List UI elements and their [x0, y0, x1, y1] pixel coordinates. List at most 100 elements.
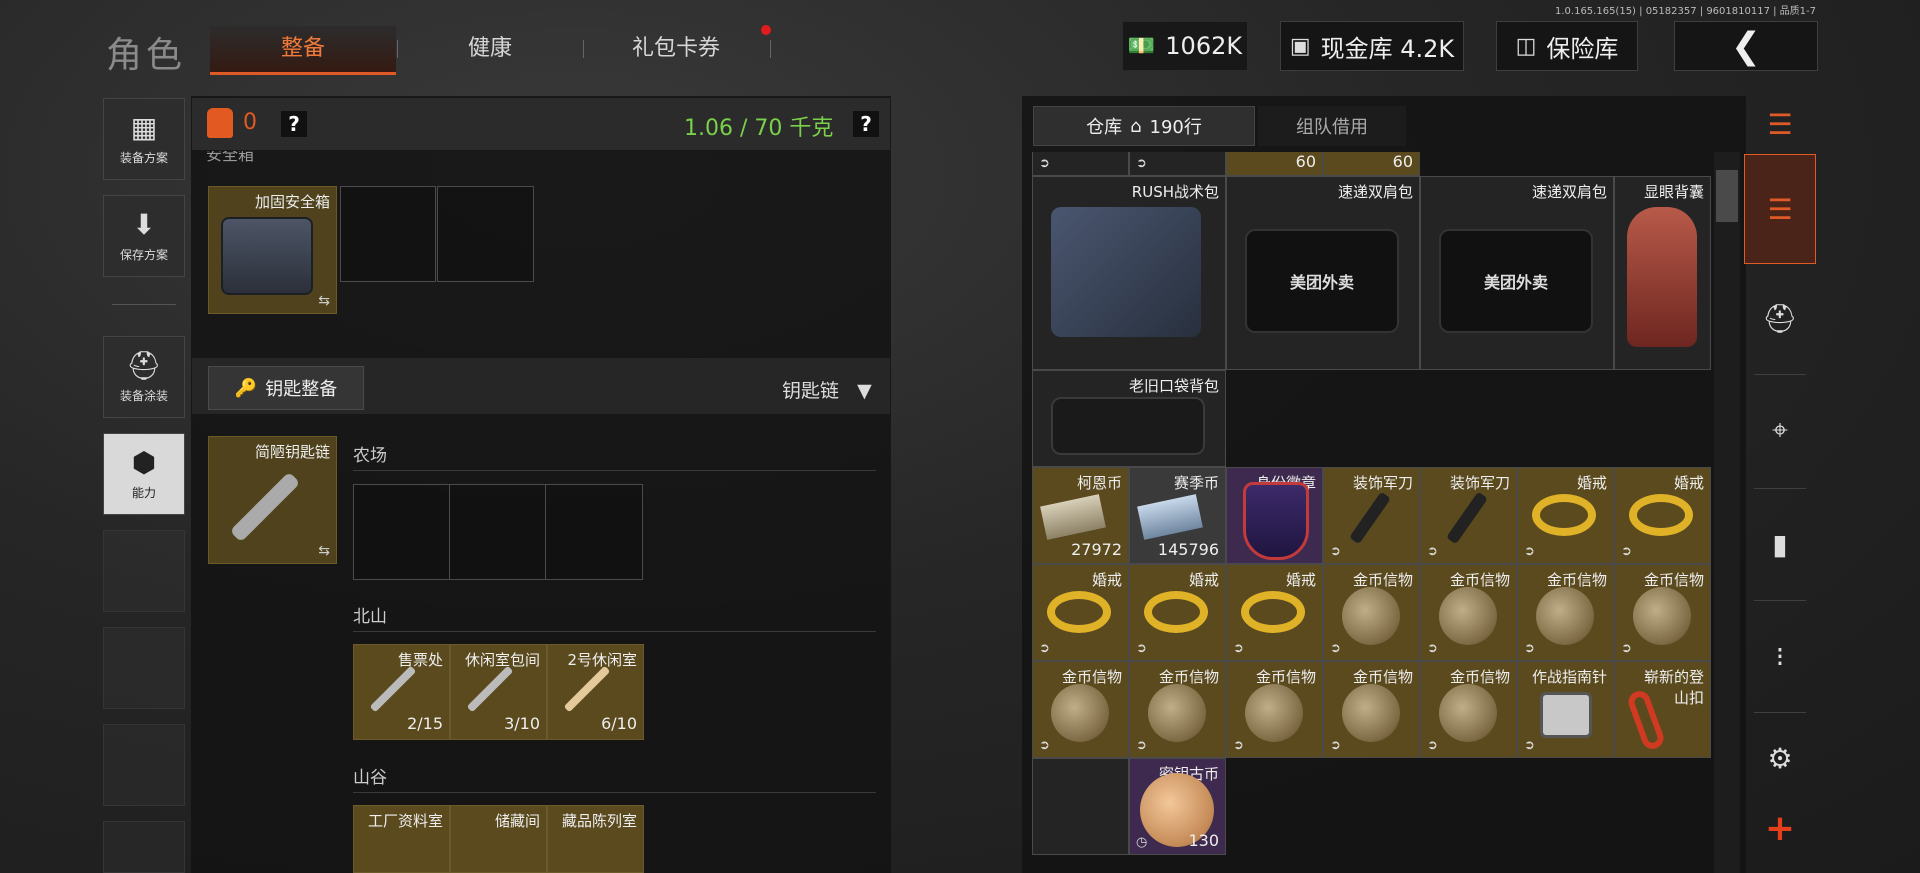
valuable-item[interactable]: 金币信物 ➲ — [1129, 661, 1226, 758]
red-backpack-icon — [1627, 207, 1697, 347]
valuable-item[interactable]: 金币信物 ➲ — [1323, 661, 1420, 758]
valuable-item[interactable]: 崭新的登山扣 — [1614, 661, 1711, 758]
key-loadout-button[interactable]: 🔑 钥匙整备 — [208, 366, 364, 410]
valuable-item[interactable]: 金币信物 ➲ — [1420, 661, 1517, 758]
swap-icon: ⇆ — [318, 543, 330, 559]
cash-vault-button[interactable]: ▣ 现金库 4.2K — [1280, 21, 1464, 71]
safe-icon: ◫ — [1515, 33, 1537, 59]
vault-icon: ▣ — [1289, 33, 1311, 59]
valuable-item[interactable]: 金币信物 ➲ — [1226, 661, 1323, 758]
valuable-item[interactable]: 密钥古币 ◷ 130 — [1129, 758, 1226, 855]
key-item[interactable]: 藏品陈列室 — [547, 805, 644, 873]
bag-item[interactable]: 显眼背囊 — [1614, 176, 1711, 370]
extract-icon: ➲ — [1233, 738, 1244, 753]
extract-icon: ➲ — [1330, 738, 1341, 753]
scrollbar-track[interactable] — [1714, 152, 1740, 873]
safe-box-slot[interactable] — [437, 186, 534, 282]
key-loadout-label: 钥匙整备 — [265, 379, 338, 400]
valuable-item[interactable]: 金币信物 ➲ — [1614, 564, 1711, 661]
back-button[interactable]: ❮ — [1674, 21, 1818, 71]
valuable-item[interactable]: 柯恩币 27972 — [1032, 467, 1129, 564]
category-ammo[interactable]: ⁝ — [1744, 608, 1816, 704]
key-item[interactable]: 休闲室包间 3/10 — [450, 644, 547, 740]
partial-item[interactable]: ➲ — [1032, 152, 1129, 176]
valuable-item[interactable]: 婚戒 ➲ — [1032, 564, 1129, 661]
tab-equipment[interactable]: 整备 — [210, 26, 396, 75]
armor-icon — [207, 108, 233, 138]
tab-team-borrow[interactable]: 组队借用 — [1258, 106, 1406, 146]
valuable-item[interactable]: 婚戒 ➲ — [1614, 467, 1711, 564]
category-gear[interactable]: ⚙ — [1744, 720, 1816, 796]
insurance-vault-button[interactable]: ◫ 保险库 — [1496, 21, 1638, 71]
coin-icon — [1536, 587, 1594, 645]
bag-item[interactable]: RUSH战术包 — [1032, 176, 1226, 370]
partial-item[interactable]: ➲ — [1129, 152, 1226, 176]
divider — [1754, 488, 1806, 489]
tab-storage[interactable]: 仓库 ⌂ 190行 — [1033, 106, 1255, 146]
valuable-item[interactable]: 婚戒 ➲ — [1129, 564, 1226, 661]
add-button[interactable]: + — [1744, 800, 1816, 856]
sort-icon: ☰ — [1767, 107, 1793, 141]
save-plan-button[interactable]: ⬇ 保存方案 — [103, 195, 185, 277]
weight-help-button[interactable]: ? — [853, 111, 879, 137]
item-name: 作战指南针 — [1531, 668, 1607, 686]
safe-box-slot[interactable] — [340, 186, 436, 282]
warehouse-grid[interactable]: ➲ ➲ 60 60 RUSH战术包 速递双肩包 美团外卖 速递双肩包 美团外卖 … — [1032, 152, 1712, 873]
category-helmet[interactable]: ⛑ — [1744, 270, 1816, 366]
helmet-icon: ⛑ — [1762, 301, 1798, 335]
partial-item[interactable]: 60 — [1323, 152, 1420, 176]
key-item[interactable]: 售票处 2/15 — [353, 644, 450, 740]
bag-item[interactable]: 老旧口袋背包 — [1032, 370, 1226, 467]
swap-icon: ⇆ — [318, 293, 330, 309]
tab-health[interactable]: 健康 — [400, 26, 580, 72]
item-name: 金币信物 — [1158, 668, 1219, 686]
ring-icon — [1532, 494, 1596, 536]
scrollbar-thumb[interactable] — [1716, 170, 1738, 222]
valuable-item[interactable]: 赛季币 145796 — [1129, 467, 1226, 564]
skin-button[interactable]: ⛑ 装备涂装 — [103, 336, 185, 418]
sort-button[interactable]: ☰ — [1744, 96, 1816, 152]
key-slot[interactable] — [449, 484, 546, 580]
notification-dot — [761, 25, 771, 35]
loadout-plan-button[interactable]: ▦ 装备方案 — [103, 98, 185, 180]
safe-box-item[interactable]: 加固安全箱 ⇆ — [208, 186, 337, 314]
tab-gift-cards[interactable]: 礼包卡券 — [586, 26, 766, 72]
valuable-item[interactable]: 婚戒 ➲ — [1226, 564, 1323, 661]
coin-icon — [1439, 684, 1497, 742]
key-slot[interactable] — [545, 484, 643, 580]
valuable-item[interactable]: 婚戒 ➲ — [1517, 467, 1614, 564]
partial-item[interactable]: 60 — [1226, 152, 1323, 176]
category-all[interactable]: ☰ — [1744, 154, 1816, 264]
valuable-item[interactable]: 装饰军刀 ➲ — [1323, 467, 1420, 564]
valuable-item[interactable]: 装饰军刀 ➲ — [1420, 467, 1517, 564]
valuable-item[interactable]: 金币信物 ➲ — [1517, 564, 1614, 661]
key-count: 6/10 — [601, 714, 637, 733]
key-item[interactable]: 2号休闲室 6/10 — [547, 644, 644, 740]
valuable-item[interactable]: 作战指南针 ➲ — [1517, 661, 1614, 758]
section-north-hill: 北山 — [353, 607, 387, 627]
item-name: 速递双肩包 — [1531, 183, 1607, 201]
bag-item[interactable]: 速递双肩包 美团外卖 — [1226, 176, 1420, 370]
section-rule — [353, 470, 876, 471]
keychain-select[interactable]: 钥匙链 ▼ — [782, 376, 872, 403]
item-name: 婚戒 — [1285, 571, 1316, 589]
empty-cell[interactable] — [1032, 758, 1129, 855]
help-button[interactable]: ? — [281, 111, 307, 137]
insurance-label: 保险库 — [1546, 34, 1619, 63]
key-icon — [563, 665, 611, 713]
category-magazine[interactable]: ▮ — [1744, 496, 1816, 592]
valuable-item[interactable]: 金币信物 ➲ — [1032, 661, 1129, 758]
valuable-item[interactable]: 身份徽章 — [1226, 467, 1323, 564]
bag-item[interactable]: 速递双肩包 美团外卖 — [1420, 176, 1614, 370]
keychain-item[interactable]: 简陋钥匙链 ⇆ — [208, 436, 337, 564]
key-item[interactable]: 工厂资料室 — [353, 805, 450, 873]
coin-icon — [1148, 684, 1206, 742]
ring-icon — [1144, 591, 1208, 633]
valuable-item[interactable]: 金币信物 ➲ — [1420, 564, 1517, 661]
valuable-item[interactable]: 金币信物 ➲ — [1323, 564, 1420, 661]
key-item[interactable]: 储藏间 — [450, 805, 547, 873]
key-slot[interactable] — [353, 484, 450, 580]
banknote-icon — [1137, 494, 1203, 540]
category-weapon[interactable]: ⌖ — [1744, 382, 1816, 478]
ability-button[interactable]: ⬢ 能力 — [103, 433, 185, 515]
